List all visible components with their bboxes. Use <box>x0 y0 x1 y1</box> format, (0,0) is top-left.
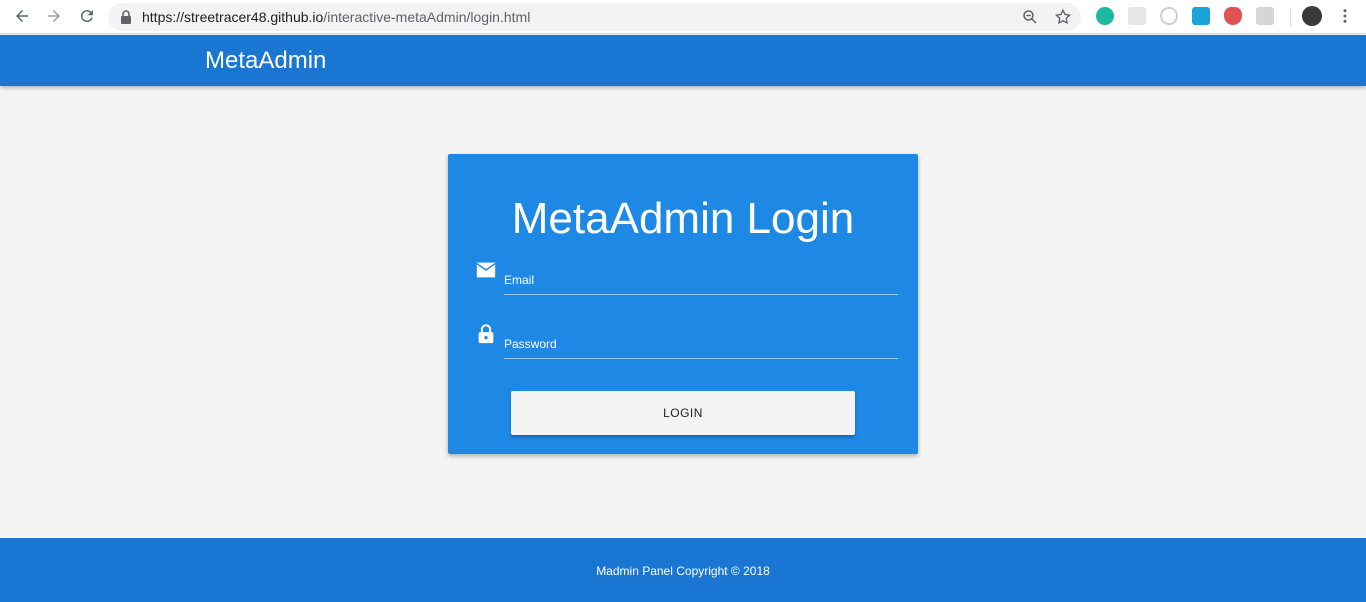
mail-icon <box>476 262 496 278</box>
arrow-left-icon <box>16 10 28 22</box>
extension-shield-icon[interactable] <box>1224 7 1242 25</box>
avatar[interactable] <box>1302 6 1322 26</box>
footer: Madmin Panel Copyright © 2018 <box>0 538 1366 602</box>
zoom-icon[interactable] <box>1021 8 1039 26</box>
arrow-right-icon <box>48 10 60 22</box>
password-input[interactable] <box>504 329 898 358</box>
password-field[interactable]: Password <box>504 329 898 359</box>
lock-icon <box>121 10 131 24</box>
login-title: MetaAdmin Login <box>511 194 855 243</box>
url-host: https://streetracer48.github.io <box>142 9 324 25</box>
menu-button[interactable] <box>1333 4 1357 28</box>
email-input[interactable] <box>504 265 898 294</box>
lock-icon <box>478 324 494 344</box>
url-path: /interactive-metaAdmin/login.html <box>323 9 531 25</box>
app-header: MetaAdmin <box>0 35 1366 86</box>
toolbar-divider <box>1290 8 1291 26</box>
extension-grid-icon[interactable] <box>1128 7 1146 25</box>
extension-m-icon[interactable] <box>1096 7 1114 25</box>
login-button[interactable]: LOGIN <box>511 391 855 435</box>
extension-circle-icon[interactable] <box>1160 7 1178 25</box>
address-bar[interactable]: https://streetracer48.github.io/interact… <box>108 3 1081 31</box>
forward-button[interactable] <box>42 4 66 28</box>
footer-copyright: Madmin Panel Copyright © 2018 <box>596 564 770 578</box>
back-button[interactable] <box>10 4 34 28</box>
url-text[interactable]: https://streetracer48.github.io/interact… <box>142 9 530 25</box>
reload-button[interactable] <box>75 4 99 28</box>
star-icon[interactable] <box>1054 8 1072 26</box>
more-vert-icon <box>1343 9 1347 23</box>
reload-icon <box>80 10 93 23</box>
brand-logo[interactable]: MetaAdmin <box>205 47 326 75</box>
browser-toolbar: https://streetracer48.github.io/interact… <box>0 0 1366 34</box>
extension-screen-icon[interactable] <box>1192 7 1210 25</box>
login-card: MetaAdmin Login Email Password LOGIN <box>448 154 918 454</box>
email-field[interactable]: Email <box>504 265 898 295</box>
extension-cast-icon[interactable] <box>1256 7 1274 25</box>
